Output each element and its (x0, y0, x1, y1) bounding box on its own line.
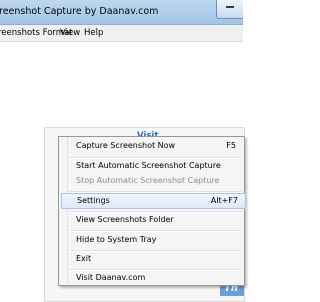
menu-bar: reenshots Format View Help (0, 25, 243, 42)
menu-item-capture-now[interactable]: Capture Screenshot Now F5 (59, 139, 244, 153)
menu-item-exit[interactable]: Exit (59, 252, 244, 266)
minimize-button[interactable] (216, 0, 243, 19)
menu-separator (69, 230, 242, 232)
menu-item-label: Visit Daanav.com (76, 273, 146, 282)
title-bar: reenshot Capture by Daanav.com (0, 0, 243, 25)
menu-item-shortcut: Alt+F7 (210, 196, 238, 205)
window-title: reenshot Capture by Daanav.com (0, 6, 159, 17)
menu-item-hide-to-tray[interactable]: Hide to System Tray (59, 233, 244, 247)
menu-item-stop-auto-capture: Stop Automatic Screenshot Capture (59, 174, 244, 188)
menu-item-view-folder[interactable]: View Screenshots Folder (59, 213, 244, 227)
menu-item-label: Exit (76, 254, 92, 263)
menu-view[interactable]: View (60, 28, 80, 38)
menu-item-start-auto-capture[interactable]: Start Automatic Screenshot Capture (59, 159, 244, 173)
context-menu: Capture Screenshot Now F5 Start Automati… (58, 136, 246, 286)
menu-item-settings[interactable]: Settings Alt+F7 (61, 193, 246, 209)
menu-item-label: Hide to System Tray (76, 235, 157, 244)
menu-item-label: Start Automatic Screenshot Capture (76, 161, 221, 170)
menu-item-label: View Screenshots Folder (76, 215, 174, 224)
menu-item-label: Stop Automatic Screenshot Capture (76, 176, 220, 185)
menu-item-label: Settings (77, 196, 110, 205)
menu-help[interactable]: Help (84, 28, 103, 38)
menu-item-visit-daanav[interactable]: Visit Daanav.com (59, 271, 244, 285)
menu-item-label: Capture Screenshot Now (76, 141, 176, 150)
menu-item-shortcut: F5 (226, 141, 236, 150)
